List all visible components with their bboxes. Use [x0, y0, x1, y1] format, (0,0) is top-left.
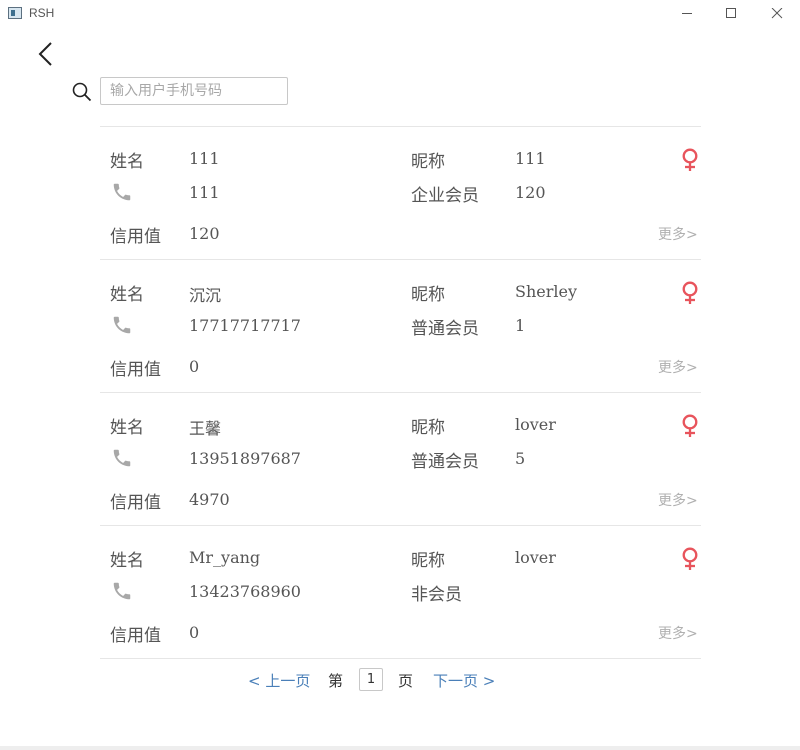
member-value: 1 [515, 316, 526, 335]
minimize-icon [682, 13, 692, 14]
user-card: 姓名 111 昵称 111 111 企业会员 120 信用值 120 更多> [100, 127, 701, 259]
credit-label: 信用值 [110, 626, 161, 646]
search-input[interactable] [100, 77, 288, 105]
search-icon[interactable] [71, 81, 93, 103]
user-card: 姓名 王馨 昵称 lover 13951897687 普通会员 5 信用值 49… [100, 393, 701, 525]
member-value: 5 [515, 449, 526, 468]
name-value: 111 [189, 149, 220, 168]
next-page-link[interactable]: 下一页 > [433, 670, 495, 691]
name-value: 沉沉 [189, 286, 222, 305]
phone-value: 17717717717 [189, 316, 301, 335]
credit-label: 信用值 [110, 360, 161, 380]
divider [100, 658, 701, 659]
more-link[interactable]: 更多> [658, 224, 698, 244]
title-bar: RSH [0, 0, 800, 28]
app-icon [8, 7, 22, 19]
credit-value: 4970 [189, 490, 230, 509]
member-type-label: 企业会员 [411, 186, 479, 206]
prev-page-link[interactable]: < 上一页 [248, 670, 310, 691]
close-icon [771, 8, 783, 19]
nickname-value: lover [515, 548, 556, 567]
credit-label: 信用值 [110, 493, 161, 513]
pagination: < 上一页 第 页 下一页 > [0, 668, 800, 692]
user-card: 姓名 Mr_yang 昵称 lover 13423768960 非会员 信用值 … [100, 526, 701, 658]
maximize-button[interactable] [708, 0, 754, 28]
nickname-value: lover [515, 415, 556, 434]
more-link[interactable]: 更多> [658, 357, 698, 377]
member-type-label: 普通会员 [411, 452, 479, 472]
maximize-icon [726, 8, 736, 18]
close-button[interactable] [754, 0, 800, 28]
nickname-value: Sherley [515, 282, 578, 301]
user-card: 姓名 沉沉 昵称 Sherley 17717717717 普通会员 1 信用值 … [100, 260, 701, 392]
user-list: 姓名 111 昵称 111 111 企业会员 120 信用值 120 更多> 姓… [100, 126, 701, 659]
female-icon [682, 547, 698, 570]
name-label: 姓名 [110, 152, 144, 172]
phone-icon [113, 582, 131, 600]
name-label: 姓名 [110, 551, 144, 571]
credit-label: 信用值 [110, 227, 161, 247]
phone-icon [113, 183, 131, 201]
credit-value: 120 [189, 224, 220, 243]
name-label: 姓名 [110, 285, 144, 305]
female-icon [682, 148, 698, 171]
female-icon [682, 281, 698, 304]
nickname-label: 昵称 [411, 418, 445, 438]
member-value: 120 [515, 183, 546, 202]
nickname-label: 昵称 [411, 285, 445, 305]
member-type-label: 普通会员 [411, 319, 479, 339]
phone-icon [113, 316, 131, 334]
phone-icon [113, 449, 131, 467]
page-number-input[interactable] [359, 668, 383, 691]
name-label: 姓名 [110, 418, 144, 438]
window-title: RSH [29, 6, 55, 20]
name-value: 王馨 [189, 419, 222, 438]
nickname-label: 昵称 [411, 551, 445, 571]
page-suffix-label: 页 [398, 672, 414, 690]
phone-value: 13951897687 [189, 449, 301, 468]
chevron-left-icon [38, 42, 52, 66]
female-icon [682, 414, 698, 437]
phone-value: 111 [189, 183, 220, 202]
window-bottom-edge [0, 746, 800, 750]
more-link[interactable]: 更多> [658, 490, 698, 510]
page-prefix-label: 第 [328, 672, 344, 690]
more-link[interactable]: 更多> [658, 623, 698, 643]
minimize-button[interactable] [664, 0, 710, 28]
nickname-value: 111 [515, 149, 546, 168]
nickname-label: 昵称 [411, 152, 445, 172]
credit-value: 0 [189, 623, 200, 642]
phone-value: 13423768960 [189, 582, 301, 601]
back-button[interactable] [36, 41, 58, 67]
name-value: Mr_yang [189, 548, 261, 567]
member-type-label: 非会员 [411, 585, 462, 605]
credit-value: 0 [189, 357, 200, 376]
